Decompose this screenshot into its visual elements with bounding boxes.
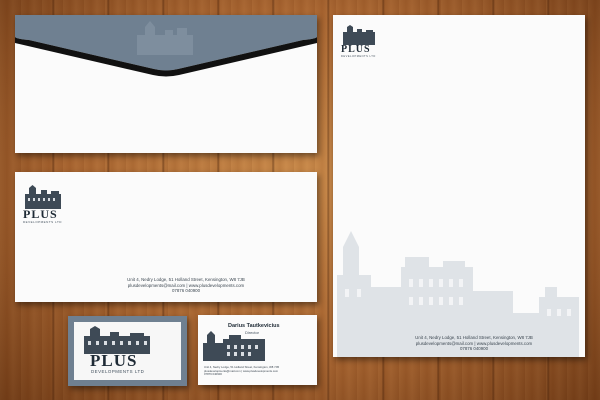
brand-tagline: DEVELOPMENTS LTD: [341, 55, 376, 58]
envelope-address-block: Unit 4, Nedry Lodge, 51 Holland Street, …: [75, 277, 297, 294]
envelope-back: [15, 15, 317, 153]
building-illustration-icon: [343, 25, 375, 45]
brand-name: PLUS: [341, 44, 371, 55]
building-illustration-icon: [84, 326, 150, 354]
phone-line: 07876 040900: [204, 372, 222, 377]
letterhead-address-block: Unit 4, Nedry Lodge, 51 Holland Street, …: [363, 335, 585, 352]
business-card-front: Darius Tautkevicius Director Unit 4, Ned…: [198, 315, 317, 385]
person-title: Director: [245, 330, 260, 335]
phone-line: 07876 040900: [459, 346, 489, 351]
brand-name: PLUS: [90, 351, 138, 370]
building-illustration-icon: [25, 185, 61, 209]
brand-name: PLUS: [23, 207, 58, 221]
letterhead: PLUS DEVELOPMENTS LTD Unit 4, Nedry Lodg…: [333, 15, 585, 357]
brand-tagline: DEVELOPMENTS LTD: [91, 369, 145, 374]
envelope-front: PLUS DEVELOPMENTS LTD Unit 4, Nedry Lodg…: [15, 172, 317, 302]
person-name: Darius Tautkevicius: [228, 323, 280, 329]
brand-tagline: DEVELOPMENTS LTD: [23, 220, 62, 224]
card-contact-block: Unit 4, Nedry Lodge, 51 Holland Street, …: [204, 365, 279, 377]
phone-line: 07876 040900: [171, 288, 201, 293]
envelope-flap: [15, 15, 317, 77]
business-card-back: PLUS DEVELOPMENTS LTD: [68, 316, 187, 386]
building-illustration-icon: [203, 331, 265, 361]
